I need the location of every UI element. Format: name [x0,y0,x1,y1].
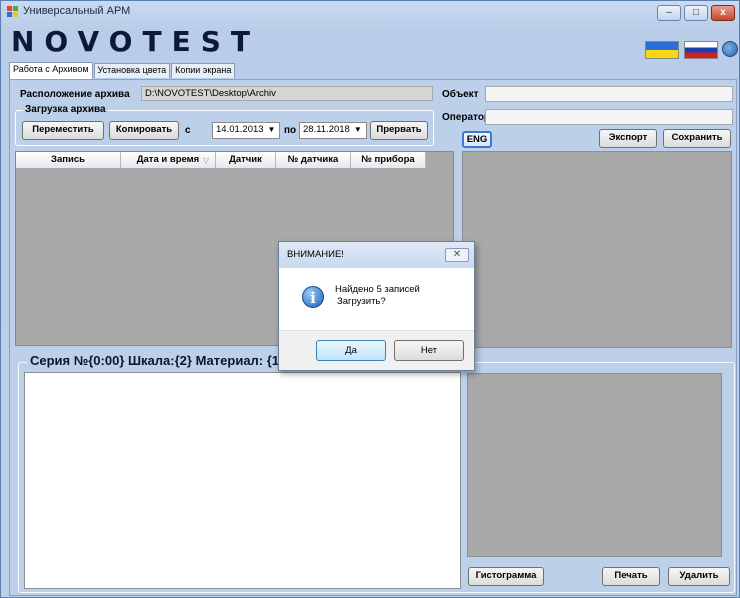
records-table-header: Запись Дата и время ▽ Датчик № датчика № … [16,152,426,168]
column-datetime-label: Дата и время [136,154,200,165]
to-date-picker[interactable]: 28.11.2018 ▼ [299,122,367,139]
series-label: Серия №{0:00} Шкала:{2} Материал: {1} [27,353,288,368]
globe-icon[interactable] [722,41,738,57]
from-date-picker[interactable]: 14.01.2013 ▼ [212,122,280,139]
dialog-title-bar[interactable]: ВНИМАНИЕ! ✕ [279,242,474,268]
chart-panel-top [462,151,732,348]
chevron-down-icon: ▼ [267,125,276,134]
dialog-title: ВНИМАНИЕ! [287,249,344,260]
column-sensor[interactable]: Датчик [216,152,276,168]
from-date-value: 14.01.2013 [216,124,264,135]
close-button[interactable]: x [711,5,735,21]
maximize-button[interactable]: □ [684,5,708,21]
ukraine-flag-icon[interactable] [645,41,679,59]
archive-location-field[interactable]: D:\NOVOTEST\Desktop\Archiv [141,86,433,101]
save-button[interactable]: Сохранить [663,129,731,148]
dialog-message: Найдено 5 записей Загрузить? [335,284,420,308]
window-title: Универсальный АРМ [23,5,131,17]
app-window: Универсальный АРМ – □ x NOVOTEST Работа … [0,0,740,598]
object-field[interactable] [485,86,733,102]
dialog-yes-button[interactable]: Да [316,340,386,361]
move-button[interactable]: Переместить [22,121,104,140]
copy-button[interactable]: Копировать [109,121,179,140]
sort-icon: ▽ [202,156,209,165]
info-icon: i [302,286,324,308]
delete-button[interactable]: Удалить [668,567,730,586]
series-data-area[interactable] [24,372,461,589]
warning-dialog: ВНИМАНИЕ! ✕ i Найдено 5 записей Загрузит… [278,241,475,371]
dialog-message-line2: Загрузить? [337,296,386,307]
to-label: по [284,125,297,136]
column-record[interactable]: Запись [16,152,121,168]
chevron-down-icon: ▼ [353,125,362,134]
chart-panel-bottom [467,373,722,557]
novotest-logo: NOVOTEST [11,25,260,58]
print-button[interactable]: Печать [602,567,660,586]
tab-archive[interactable]: Работа с Архивом [9,62,93,79]
russia-flag-icon[interactable] [684,41,718,59]
dialog-message-line1: Найдено 5 записей [335,284,420,295]
operator-label: Оператор [442,112,491,123]
tab-color-settings[interactable]: Установка цвета [93,63,171,78]
object-label: Объект [442,89,479,100]
archive-location-label: Расположение архива [20,89,130,100]
tab-strip: Работа с Архивом Установка цвета Копии э… [9,62,236,79]
archive-load-group-label: Загрузка архива [23,104,108,115]
stop-button[interactable]: Прервать [370,121,428,140]
export-button[interactable]: Экспорт [599,129,657,148]
dialog-no-button[interactable]: Нет [394,340,464,361]
tab-screenshots[interactable]: Копии экрана [171,63,236,78]
to-date-value: 28.11.2018 [303,124,350,135]
eng-button[interactable]: ENG [462,131,492,148]
column-sensor-number[interactable]: № датчика [276,152,351,168]
histogram-button[interactable]: Гистограмма [468,567,544,586]
operator-field[interactable] [485,109,733,125]
app-icon [7,6,18,17]
from-label: с [185,125,191,136]
title-bar[interactable]: Универсальный АРМ – □ x [1,1,739,23]
column-device-number[interactable]: № прибора [351,152,426,168]
column-datetime[interactable]: Дата и время ▽ [121,152,216,168]
minimize-button[interactable]: – [657,5,681,21]
dialog-close-button[interactable]: ✕ [445,248,469,262]
